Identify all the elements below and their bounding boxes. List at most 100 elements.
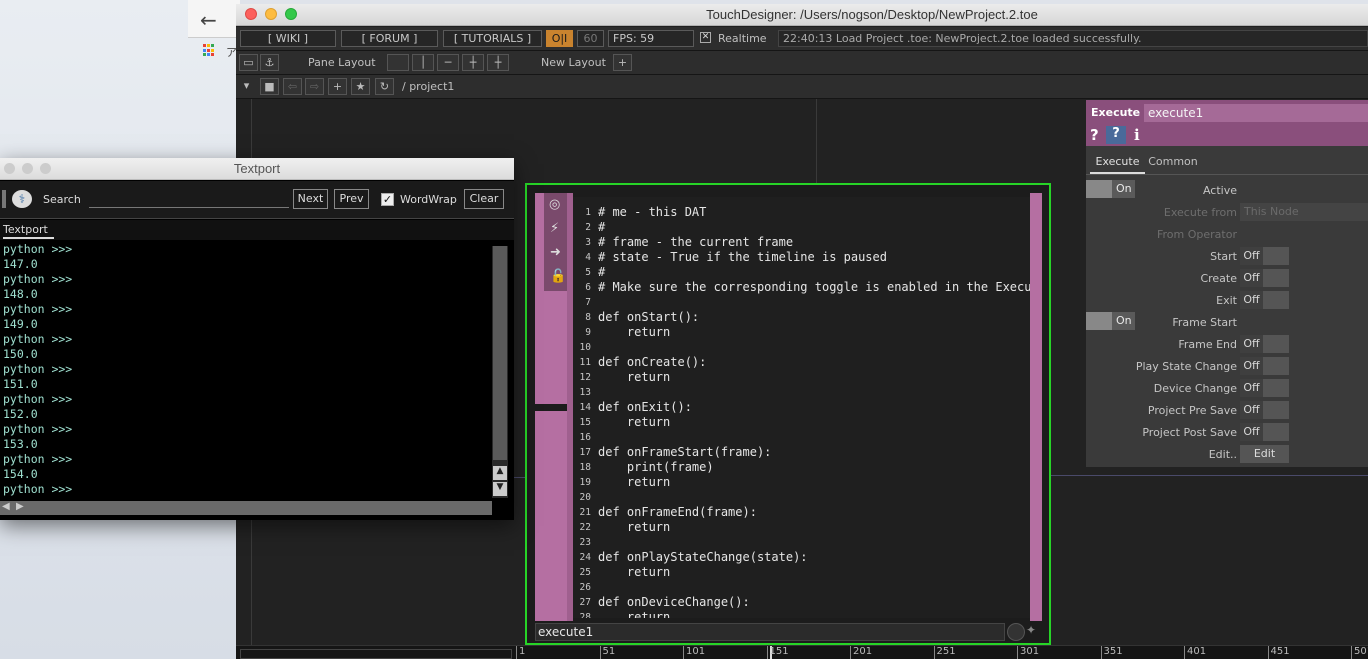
wordwrap-label: WordWrap <box>400 193 457 206</box>
viewer-active-icon[interactable] <box>1007 623 1025 641</box>
python-help-icon[interactable]: ? <box>1106 126 1126 144</box>
param-menu[interactable]: This Node <box>1240 203 1368 221</box>
textport-line: python >>> <box>3 272 73 286</box>
dat-node-name[interactable]: execute1 <box>535 623 1005 641</box>
info-icon[interactable]: i <box>1134 126 1140 144</box>
line-number: 8 <box>585 312 591 323</box>
bypass-icon[interactable]: ⚡ <box>550 221 559 236</box>
timeline-range-field[interactable] <box>240 649 512 659</box>
chevron-down-icon[interactable]: ▾ <box>237 78 256 95</box>
line-number: 3 <box>585 237 591 248</box>
textport-line: python >>> <box>3 332 73 346</box>
dat-code-viewer[interactable]: 1 # me - this DAT 2 #3 # frame - the current… <box>573 197 1030 618</box>
help-icon[interactable]: ? <box>1090 126 1099 144</box>
textport-toolbar: ⚕ Search Next Prev ✓ WordWrap Clear <box>0 181 514 219</box>
star-icon[interactable]: ★ <box>351 78 370 95</box>
param-label: Create <box>1200 272 1237 285</box>
realtime-label: Realtime <box>718 32 767 45</box>
image-icon[interactable]: ▭ <box>239 54 258 71</box>
line-number: 17 <box>579 447 591 458</box>
timeline-bar[interactable]: 151101151201251301351401451501 <box>236 645 1368 659</box>
stop-icon[interactable]: ■ <box>260 78 279 95</box>
param-toggle[interactable]: Off <box>1240 357 1289 375</box>
back-arrow-icon[interactable]: ← <box>200 8 217 32</box>
param-row: Active On <box>1086 180 1368 200</box>
zoom-button[interactable] <box>40 163 51 174</box>
textport-line: 148.0 <box>3 287 38 301</box>
wiki-button[interactable]: [ WIKI ] <box>240 30 336 47</box>
line-number: 18 <box>579 462 591 473</box>
param-toggle[interactable]: Off <box>1240 291 1289 309</box>
realtime-checkbox[interactable]: ✕ <box>700 32 711 43</box>
minimize-button[interactable] <box>22 163 33 174</box>
textport-horizontal-scrollbar[interactable]: ◀ ▶ <box>0 501 492 515</box>
layout-quad-icon[interactable]: ┼ <box>487 54 509 71</box>
param-toggle[interactable]: On <box>1086 312 1135 330</box>
tab-common[interactable]: Common <box>1148 152 1198 174</box>
next-button[interactable]: Next <box>293 189 328 209</box>
wordwrap-checkbox[interactable]: ✓ <box>381 193 394 206</box>
refresh-icon[interactable]: ↻ <box>375 78 394 95</box>
scroll-left-icon[interactable]: ◀ <box>2 501 10 512</box>
layout-split-h-icon[interactable]: ─ <box>437 54 459 71</box>
line-number: 22 <box>579 522 591 533</box>
scroll-thumb[interactable] <box>493 246 507 460</box>
param-toggle[interactable]: Off <box>1240 401 1289 419</box>
param-toggle[interactable]: Off <box>1240 247 1289 265</box>
tab-textport[interactable]: Textport <box>3 223 54 239</box>
textport-line: 151.0 <box>3 377 38 391</box>
param-toggle[interactable]: On <box>1086 180 1135 198</box>
edit-button[interactable]: Edit <box>1240 445 1289 463</box>
arrow-right-icon[interactable]: ➜ <box>550 245 561 260</box>
toggle-value: Off <box>1240 291 1263 309</box>
lock-icon[interactable]: 🔓 <box>550 269 566 284</box>
fps-cap-field[interactable]: 60 <box>577 30 604 47</box>
param-toggle[interactable]: Off <box>1240 269 1289 287</box>
param-label: Frame End <box>1178 338 1237 351</box>
prev-button[interactable]: Prev <box>334 189 369 209</box>
scroll-down-icon[interactable]: ▼ <box>493 482 507 496</box>
code-line: # Make sure the corresponding toggle is … <box>598 280 1030 294</box>
perform-toggle[interactable]: O|I <box>546 30 573 47</box>
timeline-tick: 201 <box>850 646 872 659</box>
layout-toolbar: ▭ ⚓ Pane Layout │ ─ ┼ ┼ New Layout + <box>236 51 1368 75</box>
add-layout-button[interactable]: + <box>613 54 632 71</box>
code-line: return <box>598 565 671 579</box>
tab-execute[interactable]: Execute <box>1090 152 1145 174</box>
drag-handle[interactable] <box>2 190 6 208</box>
network-toolbar: ▾ ■ ⇦ ⇨ + ★ ↻ / project1 <box>236 75 1368 99</box>
line-number: 15 <box>579 417 591 428</box>
layout-three-icon[interactable]: ┼ <box>462 54 484 71</box>
clear-button[interactable]: Clear <box>464 189 504 209</box>
apps-grid-icon[interactable] <box>203 44 216 57</box>
param-toggle[interactable]: Off <box>1240 335 1289 353</box>
textport-vertical-scrollbar[interactable]: ▲ ▼ <box>492 246 508 498</box>
forward-icon[interactable]: ⇨ <box>305 78 324 95</box>
viewer-icon[interactable]: ◎ <box>549 197 560 212</box>
dat-flag-column: ◎ ⚡ ➜ 🔓 <box>544 193 568 291</box>
param-toggle[interactable]: Off <box>1240 423 1289 441</box>
op-name-field[interactable]: execute1 <box>1144 104 1368 122</box>
toggle-value: Off <box>1240 269 1263 287</box>
parameter-panel: Execute execute1 ? ? i Execute Common Ac… <box>1086 100 1368 467</box>
forum-button[interactable]: [ FORUM ] <box>341 30 438 47</box>
layout-single-icon[interactable] <box>387 54 409 71</box>
back-icon[interactable]: ⇦ <box>283 78 302 95</box>
scroll-right-icon[interactable]: ▶ <box>16 501 24 512</box>
search-input[interactable] <box>89 193 289 208</box>
line-number: 1 <box>585 207 591 218</box>
param-toggle[interactable]: Off <box>1240 379 1289 397</box>
add-icon[interactable]: + <box>328 78 347 95</box>
line-number: 24 <box>579 552 591 563</box>
textport-output[interactable]: python >>> 147.0 python >>> 148.0 python >>>… <box>0 242 492 498</box>
param-header: Execute execute1 ? ? i <box>1086 100 1368 146</box>
anchor-icon[interactable]: ⚓ <box>260 54 279 71</box>
tutorials-button[interactable]: [ TUTORIALS ] <box>443 30 542 47</box>
timeline-tick: 51 <box>599 646 615 659</box>
line-number: 21 <box>579 507 591 518</box>
code-line: return <box>598 370 671 384</box>
display-flag-icon[interactable]: ✦ <box>1026 623 1042 641</box>
layout-split-v-icon[interactable]: │ <box>412 54 434 71</box>
close-button[interactable] <box>4 163 15 174</box>
scroll-up-icon[interactable]: ▲ <box>493 466 507 480</box>
